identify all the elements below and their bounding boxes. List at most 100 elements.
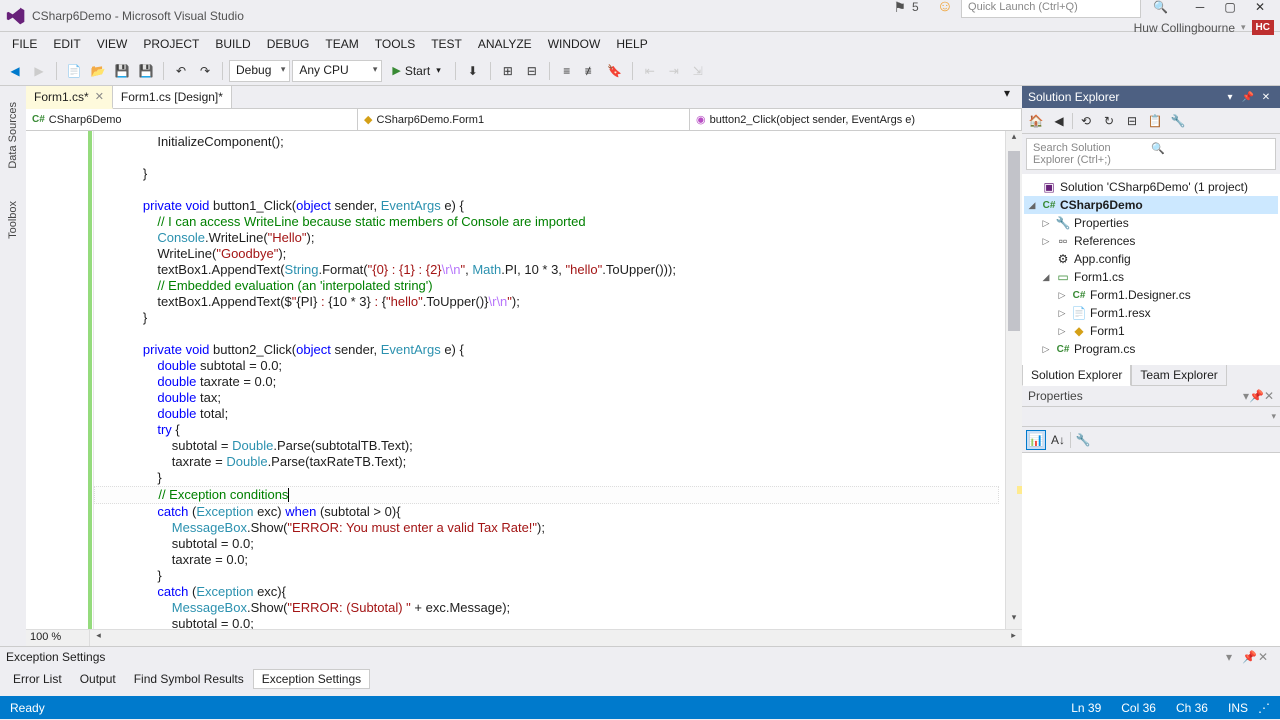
- menu-file[interactable]: FILE: [4, 34, 45, 54]
- tb-btn-6[interactable]: ⇤: [639, 60, 661, 82]
- nav-back-button[interactable]: ◀: [4, 60, 26, 82]
- minimize-button[interactable]: ─: [1186, 0, 1214, 17]
- start-debug-button[interactable]: ▶ Start ▾: [384, 62, 448, 80]
- class-icon: ◆: [364, 113, 372, 126]
- collapse-button[interactable]: ⊟: [1122, 111, 1142, 131]
- sync-button[interactable]: ⟲: [1076, 111, 1096, 131]
- new-project-button[interactable]: 📄: [63, 60, 85, 82]
- tree-item[interactable]: ▷C#Form1.Designer.cs: [1024, 286, 1278, 304]
- user-badge[interactable]: HC: [1252, 20, 1274, 35]
- output-tab[interactable]: Output: [71, 669, 125, 689]
- save-all-button[interactable]: 💾: [135, 60, 157, 82]
- toolbox-tab[interactable]: Toolbox: [5, 195, 21, 245]
- comment-button[interactable]: ≡: [556, 60, 578, 82]
- exception-settings-tab[interactable]: Exception Settings: [253, 669, 370, 689]
- close-icon[interactable]: ✕: [95, 90, 104, 103]
- uncomment-button[interactable]: ≢: [580, 60, 602, 82]
- zoom-level[interactable]: 100 %: [26, 630, 90, 646]
- status-col: Col 36: [1121, 701, 1156, 715]
- feedback-icon[interactable]: ☺: [937, 0, 953, 16]
- resize-grip-icon[interactable]: ⋰: [1258, 701, 1270, 715]
- close-icon[interactable]: ✕: [1258, 650, 1274, 664]
- menu-test[interactable]: TEST: [423, 34, 470, 54]
- tb-btn-3[interactable]: ⊟: [521, 60, 543, 82]
- horizontal-scrollbar[interactable]: ◂ ▸: [90, 630, 1022, 646]
- menu-tools[interactable]: TOOLS: [367, 34, 423, 54]
- tree-item[interactable]: ▷◆Form1: [1024, 322, 1278, 340]
- play-icon: ▶: [392, 64, 400, 77]
- class-dropdown[interactable]: ◆ CSharp6Demo.Form1: [358, 109, 690, 130]
- menu-team[interactable]: TEAM: [317, 34, 366, 54]
- tree-item[interactable]: ⚙App.config: [1024, 250, 1278, 268]
- open-button[interactable]: 📂: [87, 60, 109, 82]
- home-button[interactable]: 🏠: [1026, 111, 1046, 131]
- refresh-button[interactable]: ↻: [1099, 111, 1119, 131]
- team-explorer-tab[interactable]: Team Explorer: [1131, 365, 1226, 386]
- menu-view[interactable]: VIEW: [89, 34, 136, 54]
- flag-icon: ⚑: [893, 0, 906, 16]
- quick-launch-input[interactable]: Quick Launch (Ctrl+Q): [961, 0, 1141, 18]
- undo-button[interactable]: ↶: [170, 60, 192, 82]
- properties-panel: Properties ▾ 📌 ✕ ▾ 📊 A↓ 🔧: [1022, 386, 1280, 646]
- vertical-scrollbar[interactable]: ▴ ▾: [1005, 131, 1022, 629]
- alphabetical-button[interactable]: A↓: [1048, 430, 1068, 450]
- menu-debug[interactable]: DEBUG: [259, 34, 318, 54]
- notification-area[interactable]: ⚑ 5: [893, 0, 918, 16]
- tree-item[interactable]: ◢C#CSharp6Demo: [1024, 196, 1278, 214]
- solution-explorer-tab[interactable]: Solution Explorer: [1022, 365, 1131, 386]
- close-icon[interactable]: ✕: [1258, 89, 1274, 105]
- tree-item[interactable]: ▷▫▫References: [1024, 232, 1278, 250]
- tb-btn-1[interactable]: ⬇: [462, 60, 484, 82]
- properties-button[interactable]: 🔧: [1168, 111, 1188, 131]
- save-button[interactable]: 💾: [111, 60, 133, 82]
- bookmark-button[interactable]: 🔖: [604, 60, 626, 82]
- configuration-dropdown[interactable]: Debug: [229, 60, 290, 82]
- pin-icon[interactable]: 📌: [1242, 650, 1258, 664]
- editor-tab-form1-cs[interactable]: Form1.cs* ✕: [26, 86, 113, 109]
- maximize-button[interactable]: ▢: [1216, 0, 1244, 17]
- user-name[interactable]: Huw Collingbourne: [1134, 21, 1235, 35]
- tree-item[interactable]: ◢▭Form1.cs: [1024, 268, 1278, 286]
- dropdown-icon[interactable]: ▾: [1222, 89, 1238, 105]
- categorized-button[interactable]: 📊: [1026, 430, 1046, 450]
- find-symbol-results-tab[interactable]: Find Symbol Results: [125, 669, 253, 689]
- solution-explorer-header: Solution Explorer ▾ 📌 ✕: [1022, 86, 1280, 108]
- menu-help[interactable]: HELP: [608, 34, 655, 54]
- method-icon: ◉: [696, 113, 706, 126]
- menu-window[interactable]: WINDOW: [540, 34, 609, 54]
- tb-btn-7[interactable]: ⇥: [663, 60, 685, 82]
- tab-dropdown-button[interactable]: ▾: [1004, 86, 1022, 108]
- menu-build[interactable]: BUILD: [207, 34, 258, 54]
- tree-item[interactable]: ▣Solution 'CSharp6Demo' (1 project): [1024, 178, 1278, 196]
- menu-edit[interactable]: EDIT: [45, 34, 88, 54]
- solution-tree[interactable]: ▣Solution 'CSharp6Demo' (1 project)◢C#CS…: [1022, 174, 1280, 365]
- pin-icon[interactable]: 📌: [1249, 389, 1264, 403]
- tree-item[interactable]: ▷🔧Properties: [1024, 214, 1278, 232]
- tb-btn-2[interactable]: ⊞: [497, 60, 519, 82]
- error-list-tab[interactable]: Error List: [4, 669, 71, 689]
- properties-grid[interactable]: [1022, 453, 1280, 646]
- pin-icon[interactable]: 📌: [1240, 89, 1256, 105]
- solution-search-input[interactable]: Search Solution Explorer (Ctrl+;) 🔍: [1026, 138, 1276, 170]
- properties-toolbar: 📊 A↓ 🔧: [1022, 427, 1280, 453]
- tree-item[interactable]: ▷C#Program.cs: [1024, 340, 1278, 358]
- menu-project[interactable]: PROJECT: [135, 34, 207, 54]
- data-sources-tab[interactable]: Data Sources: [5, 96, 21, 175]
- project-dropdown[interactable]: C# CSharp6Demo: [26, 109, 358, 130]
- platform-dropdown[interactable]: Any CPU: [292, 60, 382, 82]
- dropdown-icon[interactable]: ▾: [1226, 650, 1242, 664]
- member-dropdown[interactable]: ◉ button2_Click(object sender, EventArgs…: [690, 109, 1022, 130]
- close-icon[interactable]: ✕: [1264, 389, 1274, 403]
- show-all-button[interactable]: 📋: [1145, 111, 1165, 131]
- tree-item[interactable]: ▷📄Form1.resx: [1024, 304, 1278, 322]
- search-icon[interactable]: 🔍: [1153, 0, 1168, 14]
- menu-analyze[interactable]: ANALYZE: [470, 34, 540, 54]
- back-button[interactable]: ◀: [1049, 111, 1069, 131]
- code-editor[interactable]: InitializeComponent(); } private void bu…: [26, 131, 1022, 629]
- nav-forward-button[interactable]: ▶: [28, 60, 50, 82]
- props-wrench-button[interactable]: 🔧: [1073, 430, 1093, 450]
- tb-btn-8[interactable]: ⇲: [687, 60, 709, 82]
- editor-tab-form1-design[interactable]: Form1.cs [Design]*: [113, 86, 232, 108]
- close-button[interactable]: ✕: [1246, 0, 1274, 17]
- redo-button[interactable]: ↷: [194, 60, 216, 82]
